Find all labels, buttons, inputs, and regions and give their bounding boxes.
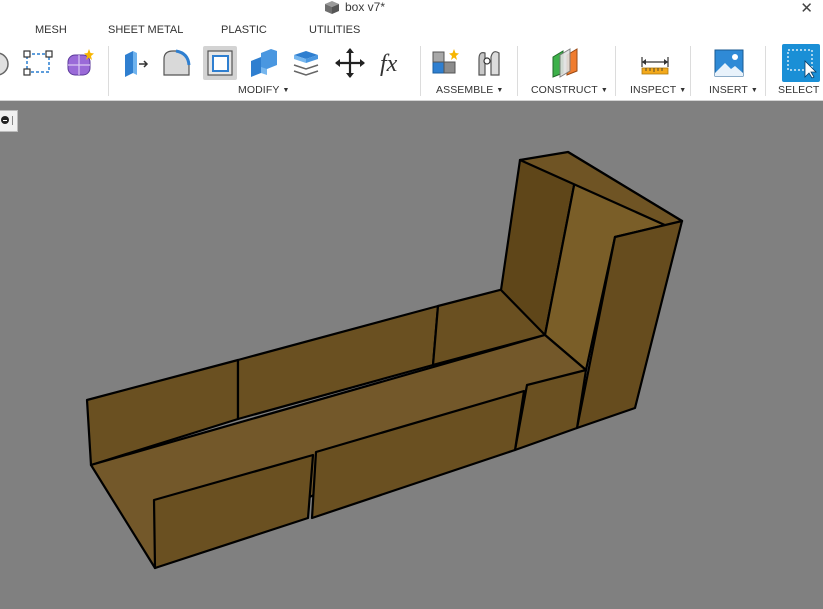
toolbar-separator bbox=[517, 46, 518, 96]
chevron-down-icon: ▼ bbox=[750, 87, 758, 94]
chevron-down-icon: ▼ bbox=[679, 87, 687, 94]
change-parameters-icon[interactable]: fx bbox=[376, 46, 410, 80]
title-bar: box v7* ✕ bbox=[0, 0, 823, 20]
toolbar-separator bbox=[765, 46, 766, 96]
chevron-down-icon: ▼ bbox=[496, 87, 504, 94]
document-title: box v7* bbox=[325, 0, 385, 14]
tab-utilities[interactable]: UTILITIES bbox=[309, 24, 360, 36]
modify-label: MODIFY bbox=[238, 84, 280, 96]
press-pull-icon[interactable] bbox=[118, 46, 152, 80]
insert-label: INSERT bbox=[709, 84, 748, 96]
tab-sheet-metal[interactable]: SHEET METAL bbox=[108, 24, 183, 36]
toolbar: fx MODIFY ▼ ASSEMBLE ▼ CONSTRUCT ▼ INSPE… bbox=[0, 40, 823, 101]
inspect-menu[interactable]: INSPECT ▼ bbox=[630, 84, 686, 96]
shell-icon[interactable] bbox=[203, 46, 237, 80]
chevron-down-icon: ▼ bbox=[282, 87, 290, 94]
svg-text:fx: fx bbox=[380, 51, 398, 77]
toolbar-separator bbox=[615, 46, 616, 96]
workspace-tabs: MESH SHEET METAL PLASTIC UTILITIES bbox=[0, 20, 823, 42]
toolbar-separator bbox=[420, 46, 421, 96]
measure-icon[interactable] bbox=[638, 46, 672, 80]
joint-icon[interactable] bbox=[472, 46, 506, 80]
box-icon bbox=[325, 0, 339, 14]
tab-mesh[interactable]: MESH bbox=[35, 24, 67, 36]
construct-label: CONSTRUCT bbox=[531, 84, 598, 96]
fillet-icon[interactable] bbox=[160, 46, 194, 80]
toolbar-separator bbox=[690, 46, 691, 96]
offset-plane-icon[interactable] bbox=[548, 46, 582, 80]
create-form-icon[interactable] bbox=[0, 46, 14, 80]
insert-menu[interactable]: INSERT ▼ bbox=[709, 84, 758, 96]
chevron-down-icon: ▼ bbox=[600, 87, 608, 94]
offset-face-icon[interactable] bbox=[289, 46, 323, 80]
new-component-icon[interactable] bbox=[429, 46, 463, 80]
construct-menu[interactable]: CONSTRUCT ▼ bbox=[531, 84, 608, 96]
tab-plastic[interactable]: PLASTIC bbox=[221, 24, 267, 36]
model-canvas[interactable] bbox=[0, 101, 823, 609]
inspect-label: INSPECT bbox=[630, 84, 677, 96]
document-title-text: box v7* bbox=[345, 0, 386, 14]
toolbar-separator bbox=[108, 46, 109, 96]
create-form-sphere-icon[interactable] bbox=[63, 46, 97, 80]
assemble-label: ASSEMBLE bbox=[436, 84, 494, 96]
modify-menu[interactable]: MODIFY ▼ bbox=[238, 84, 289, 96]
sketch-rectangle-icon[interactable] bbox=[21, 46, 55, 80]
select-icon[interactable] bbox=[782, 44, 820, 82]
move-copy-icon[interactable] bbox=[333, 46, 367, 80]
select-menu[interactable]: SELECT▼ bbox=[778, 84, 823, 96]
insert-image-icon[interactable] bbox=[712, 46, 746, 80]
select-label: SELECT bbox=[778, 84, 820, 96]
assemble-menu[interactable]: ASSEMBLE ▼ bbox=[436, 84, 503, 96]
combine-icon[interactable] bbox=[246, 46, 280, 80]
close-icon[interactable]: ✕ bbox=[800, 0, 813, 17]
